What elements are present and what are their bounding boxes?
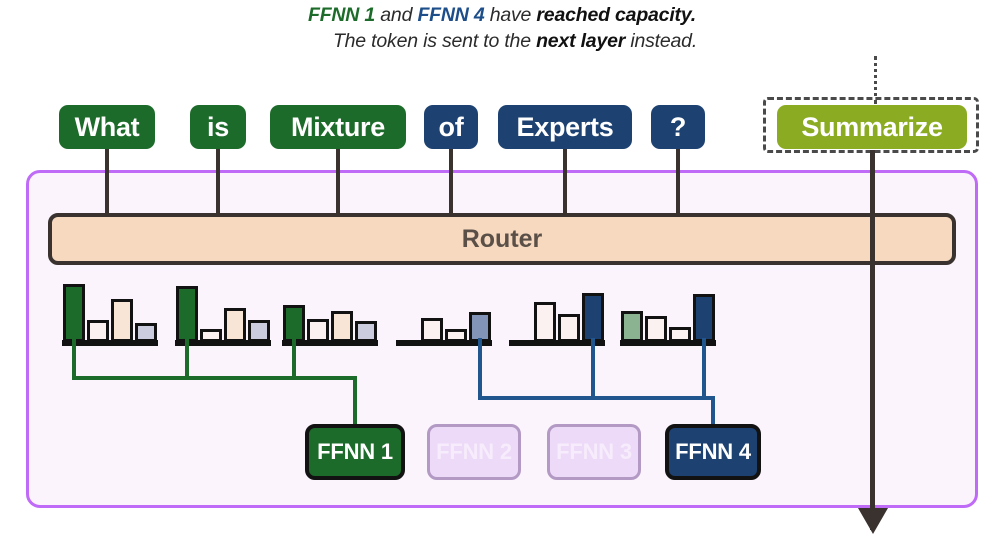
- bar-0-0: [63, 284, 85, 342]
- token-box-1[interactable]: is: [190, 105, 246, 149]
- token-label: Experts: [516, 111, 614, 142]
- bar-group-4: [509, 284, 605, 346]
- expert-box-1[interactable]: FFNN 1: [305, 424, 405, 480]
- bar-3-2: [445, 329, 467, 342]
- bar-4-2: [558, 314, 580, 342]
- bar-1-3: [248, 320, 270, 342]
- token-label: What: [74, 111, 140, 142]
- token-label: Mixture: [291, 111, 385, 142]
- bar-5-0: [621, 311, 643, 342]
- bar-1-0: [176, 286, 198, 342]
- bar-3-1: [421, 318, 443, 342]
- token-stem-5: [676, 147, 680, 215]
- bar-2-0: [283, 305, 305, 342]
- bar-group-3: [396, 284, 492, 346]
- token-stem-1: [216, 147, 220, 215]
- caption-and: and: [375, 4, 418, 26]
- token-label: Summarize: [801, 111, 943, 142]
- bar-4-3: [582, 293, 604, 342]
- caption-line-1: FFNN 1 and FFNN 4 have reached capacity.: [0, 2, 1004, 28]
- router-block[interactable]: Router: [48, 213, 956, 265]
- expert-label: FFNN 1: [317, 439, 393, 464]
- connector-green-bus: [72, 376, 357, 380]
- bar-0-3: [135, 323, 157, 342]
- bar-1-2: [224, 308, 246, 342]
- connector-green-to-ffnn1: [353, 376, 357, 424]
- bar-group-5: [620, 284, 716, 346]
- caption-have: have: [484, 4, 537, 26]
- moe-layer-diagram: FFNN 1 and FFNN 4 have reached capacity.…: [0, 0, 1004, 544]
- token-stem-2: [336, 147, 340, 215]
- caption-ffnn1-ref: FFNN 1: [308, 4, 376, 26]
- summarize-passthrough-arrow: [858, 508, 888, 534]
- caption-line-2: The token is sent to the next layer inst…: [0, 28, 1004, 54]
- bar-0-1: [87, 320, 109, 342]
- caption: FFNN 1 and FFNN 4 have reached capacity.…: [0, 2, 1004, 54]
- token-box-4[interactable]: Experts: [498, 105, 632, 149]
- bar-2-2: [331, 311, 353, 342]
- bar-0-2: [111, 299, 133, 342]
- caption-reached-capacity: reached capacity.: [536, 4, 696, 26]
- connector-blue-bus: [478, 396, 715, 400]
- bar-2-3: [355, 321, 377, 342]
- token-label: of: [438, 111, 464, 142]
- expert-label: FFNN 2: [436, 439, 512, 464]
- token-box-6[interactable]: Summarize: [777, 105, 967, 149]
- bar-4-1: [534, 302, 556, 342]
- token-box-0[interactable]: What: [59, 105, 155, 149]
- token-stem-4: [563, 147, 567, 215]
- bar-group-2: [282, 284, 378, 346]
- expert-box-3[interactable]: FFNN 3: [547, 424, 641, 480]
- bar-1-1: [200, 329, 222, 342]
- connector-green-drop-1: [185, 338, 189, 380]
- token-stem-0: [105, 147, 109, 215]
- bar-5-1: [645, 316, 667, 342]
- token-box-2[interactable]: Mixture: [270, 105, 406, 149]
- caption-token-sent: The token is sent to the: [332, 30, 537, 52]
- connector-blue-drop-4: [591, 338, 595, 400]
- connector-blue-to-ffnn4: [711, 396, 715, 424]
- token-stem-3: [449, 147, 453, 215]
- bar-2-1: [307, 319, 329, 342]
- expert-box-4[interactable]: FFNN 4: [665, 424, 761, 480]
- bar-5-3: [693, 294, 715, 342]
- token-box-3[interactable]: of: [424, 105, 478, 149]
- router-label: Router: [461, 224, 543, 253]
- token-label: ?: [669, 111, 687, 142]
- connector-blue-drop-5: [702, 338, 706, 400]
- caption-ffnn4-ref: FFNN 4: [417, 4, 485, 26]
- caption-instead: instead.: [625, 30, 698, 52]
- bar-group-0: [62, 284, 158, 346]
- bar-group-1: [175, 284, 271, 346]
- expert-label: FFNN 4: [675, 439, 751, 464]
- bar-5-2: [669, 327, 691, 342]
- summarize-passthrough-line: [870, 150, 875, 530]
- connector-green-drop-0: [72, 338, 76, 380]
- connector-green-drop-2: [292, 338, 296, 380]
- token-label: is: [207, 111, 229, 142]
- token-box-5[interactable]: ?: [651, 105, 705, 149]
- caption-next-layer: next layer: [536, 30, 626, 52]
- connector-blue-drop-3: [478, 338, 482, 400]
- expert-box-2[interactable]: FFNN 2: [427, 424, 521, 480]
- expert-label: FFNN 3: [556, 439, 632, 464]
